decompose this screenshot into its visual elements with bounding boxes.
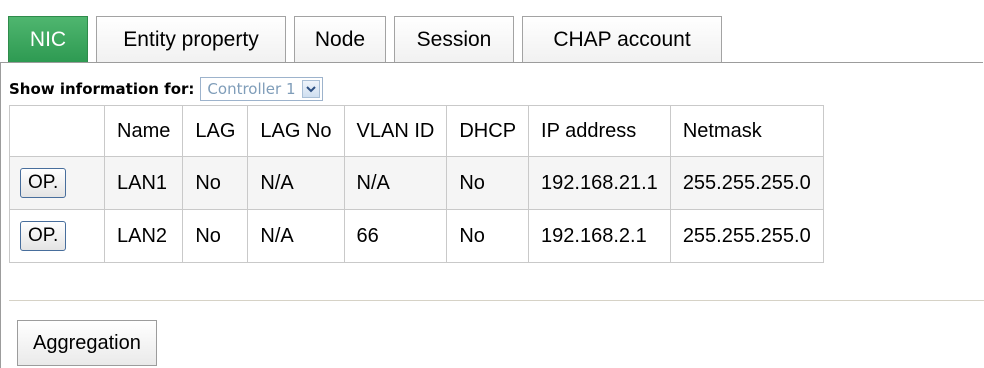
section-divider <box>9 300 984 301</box>
op-cell: OP. <box>9 209 105 263</box>
tab-bar: NIC Entity property Node Session CHAP ac… <box>8 12 730 62</box>
chevron-down-icon[interactable] <box>301 80 320 98</box>
column-header-dhcp: DHCP <box>446 105 530 157</box>
nic-table: Name LAG LAG No VLAN ID DHCP IP address … <box>9 105 824 263</box>
tab-node[interactable]: Node <box>294 16 386 62</box>
tab-session[interactable]: Session <box>394 16 514 62</box>
filter-label: Show information for: <box>9 80 195 98</box>
cell-lag-no: N/A <box>247 156 345 210</box>
cell-lag: No <box>182 209 249 263</box>
column-header-vlan-id: VLAN ID <box>343 105 448 157</box>
op-button[interactable]: OP. <box>20 221 67 251</box>
filter-row: Show information for: Controller 1 <box>9 77 323 101</box>
table-row: OP. LAN2 No N/A 66 No 192.168.2.1 255.25… <box>9 209 824 263</box>
controller-select-value: Controller 1 <box>207 80 296 98</box>
cell-vlan-id: 66 <box>343 209 448 263</box>
cell-dhcp: No <box>446 156 530 210</box>
nic-panel: Show information for: Controller 1 Name … <box>0 62 984 368</box>
cell-netmask: 255.255.255.0 <box>669 209 824 263</box>
cell-vlan-id: N/A <box>343 156 448 210</box>
tab-chap-account[interactable]: CHAP account <box>522 16 722 62</box>
cell-lag: No <box>182 156 249 210</box>
column-header-name: Name <box>103 105 184 157</box>
column-header-lag: LAG <box>182 105 249 157</box>
cell-ip-address: 192.168.2.1 <box>528 209 671 263</box>
tab-nic[interactable]: NIC <box>8 16 88 62</box>
cell-dhcp: No <box>446 209 530 263</box>
controller-select[interactable]: Controller 1 <box>200 77 323 101</box>
cell-ip-address: 192.168.21.1 <box>528 156 671 210</box>
top-strip <box>0 0 984 8</box>
cell-netmask: 255.255.255.0 <box>669 156 824 210</box>
tab-entity-property[interactable]: Entity property <box>96 16 286 62</box>
aggregation-button[interactable]: Aggregation <box>17 320 157 366</box>
table-header-row: Name LAG LAG No VLAN ID DHCP IP address … <box>9 105 824 157</box>
cell-name: LAN2 <box>103 209 184 263</box>
cell-lag-no: N/A <box>247 209 345 263</box>
op-cell: OP. <box>9 156 105 210</box>
column-header-ip-address: IP address <box>528 105 671 157</box>
column-header-lag-no: LAG No <box>247 105 345 157</box>
op-button[interactable]: OP. <box>20 168 67 198</box>
table-row: OP. LAN1 No N/A N/A No 192.168.21.1 255.… <box>9 156 824 210</box>
cell-name: LAN1 <box>103 156 184 210</box>
column-header-netmask: Netmask <box>669 105 824 157</box>
column-header-op <box>9 105 105 157</box>
